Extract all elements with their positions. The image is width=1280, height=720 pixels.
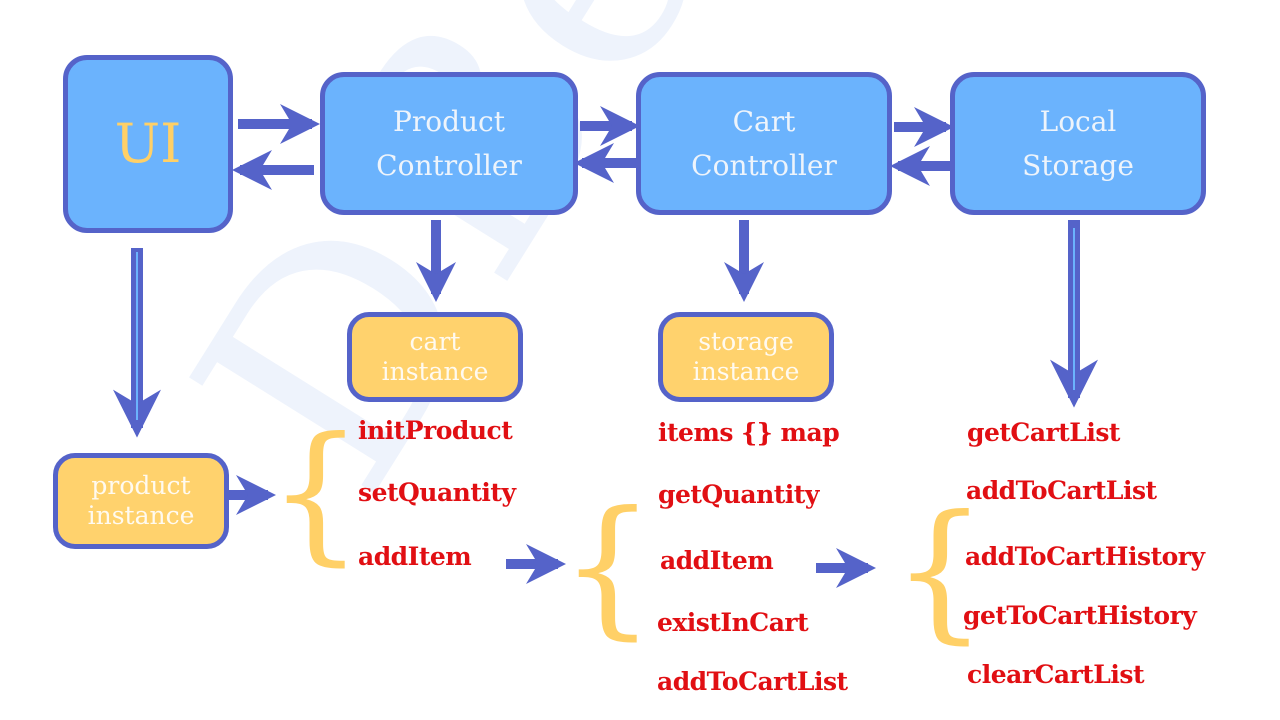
- product-controller-node: Product Controller: [320, 72, 578, 215]
- method-clear-cart-list: clearCartList: [967, 660, 1145, 689]
- cart-instance-node: cart instance: [347, 312, 523, 402]
- method-get-quantity: getQuantity: [658, 480, 819, 509]
- product-controller-label-2: Controller: [376, 148, 522, 182]
- method-add-item-product: addItem: [358, 542, 472, 571]
- method-init-product: initProduct: [358, 416, 513, 445]
- local-storage-label-1: Local: [1039, 104, 1117, 138]
- method-exist-in-cart: existInCart: [657, 608, 809, 637]
- cart-controller-node: Cart Controller: [636, 72, 892, 215]
- product-controller-label-1: Product: [393, 104, 505, 138]
- storage-instance-node: storage instance: [658, 312, 834, 402]
- brace-product-methods: {: [268, 406, 364, 580]
- method-set-quantity: setQuantity: [358, 478, 516, 507]
- cart-instance-label-1: cart: [409, 327, 461, 356]
- ui-label: UI: [114, 112, 182, 175]
- brace-cart-methods: {: [560, 480, 656, 654]
- cart-controller-label-2: Controller: [691, 148, 837, 182]
- storage-instance-label-2: instance: [692, 357, 800, 386]
- method-add-to-cart-list-cart: addToCartList: [657, 667, 848, 696]
- product-instance-label-1: product: [91, 471, 191, 500]
- method-add-to-cart-history: addToCartHistory: [965, 542, 1205, 571]
- ui-node: UI: [63, 55, 233, 233]
- method-add-item-cart: addItem: [660, 546, 774, 575]
- method-get-to-cart-history: getToCartHistory: [963, 601, 1197, 630]
- method-get-cart-list: getCartList: [967, 418, 1120, 447]
- cart-instance-label-2: instance: [381, 357, 489, 386]
- method-items-map: items {} map: [658, 418, 840, 447]
- local-storage-label-2: Storage: [1022, 148, 1134, 182]
- cart-controller-label-1: Cart: [732, 104, 796, 138]
- product-instance-label-2: instance: [87, 501, 195, 530]
- method-add-to-cart-list-storage: addToCartList: [966, 476, 1157, 505]
- storage-instance-label-1: storage: [698, 327, 794, 356]
- product-instance-node: product instance: [53, 453, 229, 549]
- local-storage-node: Local Storage: [950, 72, 1206, 215]
